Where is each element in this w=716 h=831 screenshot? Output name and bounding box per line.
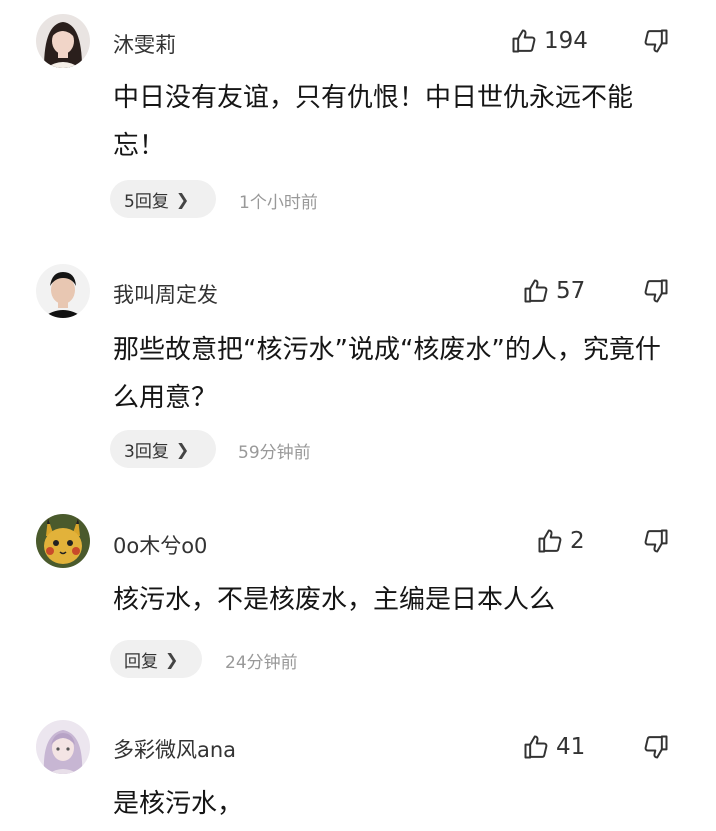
- username[interactable]: 0o木兮o0: [113, 530, 207, 560]
- like-count: 41: [556, 734, 586, 760]
- like-count: 194: [544, 28, 588, 54]
- thumb-down-icon: [644, 29, 668, 53]
- chevron-right-icon: ❯: [175, 439, 190, 459]
- thumb-up-icon: [512, 29, 536, 53]
- thumb-up-icon: [538, 529, 562, 553]
- dislike-button[interactable]: [642, 277, 672, 307]
- thumb-down-icon: [644, 735, 668, 759]
- thumb-down-icon: [644, 529, 668, 553]
- like-count: 2: [570, 528, 585, 554]
- avatar[interactable]: [36, 514, 90, 568]
- like-button[interactable]: 194: [510, 26, 588, 56]
- comment-text: 中日没有友谊，只有仇恨！中日世仇永远不能忘！: [113, 83, 634, 161]
- replies-label: 回复: [124, 651, 158, 672]
- dislike-button[interactable]: [642, 27, 672, 57]
- thumb-up-icon: [524, 735, 548, 759]
- replies-button[interactable]: 5回复 ❯: [110, 180, 216, 218]
- timestamp: 24分钟前: [225, 653, 298, 673]
- like-count: 57: [556, 278, 586, 304]
- comment-text: 那些故意把“核污水”说成“核废水”的人，究竟什么用意？: [113, 335, 661, 413]
- avatar[interactable]: [36, 720, 90, 774]
- timestamp: 59分钟前: [238, 443, 311, 463]
- username[interactable]: 我叫周定发: [113, 279, 218, 309]
- comment-text: 是核污水，: [113, 789, 244, 819]
- username[interactable]: 多彩微风ana: [113, 734, 236, 764]
- replies-label: 3回复: [124, 441, 169, 462]
- comment-text: 核污水，不是核废水，主编是日本人么: [113, 585, 556, 615]
- like-button[interactable]: 41: [522, 732, 585, 762]
- replies-label: 5回复: [124, 191, 169, 212]
- like-button[interactable]: 2: [536, 526, 585, 556]
- replies-button[interactable]: 回复 ❯: [110, 640, 202, 678]
- chevron-right-icon: ❯: [175, 189, 190, 209]
- avatar[interactable]: [36, 14, 90, 68]
- replies-button[interactable]: 3回复 ❯: [110, 430, 216, 468]
- timestamp: 1个小时前: [239, 193, 318, 213]
- dislike-button[interactable]: [642, 733, 672, 763]
- username[interactable]: 沐雯莉: [113, 29, 176, 59]
- avatar[interactable]: [36, 264, 90, 318]
- thumb-down-icon: [644, 279, 668, 303]
- dislike-button[interactable]: [642, 527, 672, 557]
- like-button[interactable]: 57: [522, 276, 585, 306]
- thumb-up-icon: [524, 279, 548, 303]
- chevron-right-icon: ❯: [165, 649, 179, 669]
